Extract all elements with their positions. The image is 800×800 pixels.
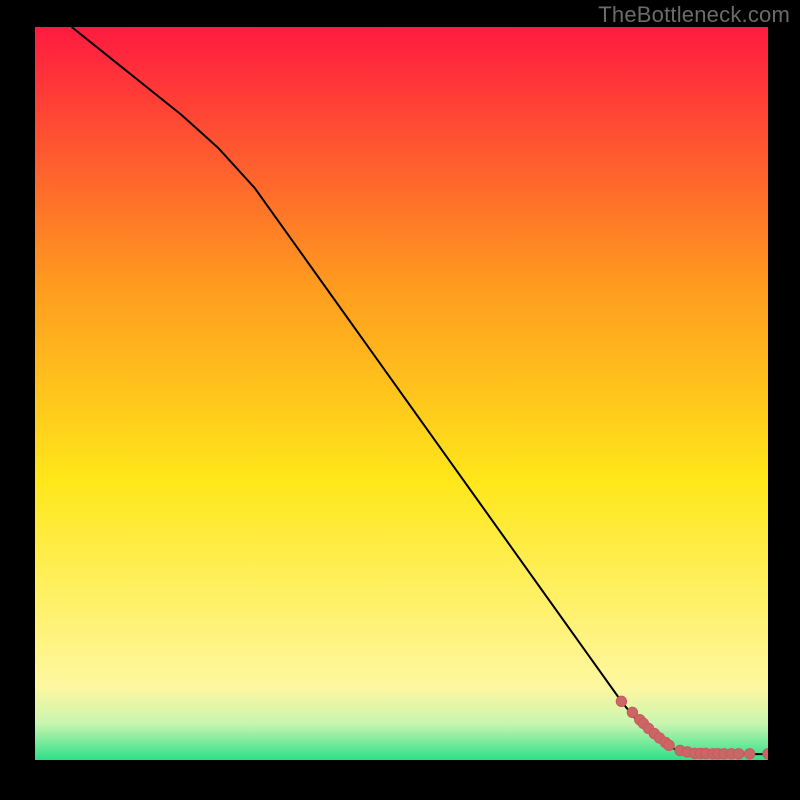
data-point: [664, 740, 674, 750]
data-point: [744, 749, 754, 759]
data-point: [733, 749, 743, 759]
watermark-text: TheBottleneck.com: [598, 2, 790, 28]
data-point: [616, 696, 626, 706]
plot-area: [35, 27, 768, 760]
chart-svg: [35, 27, 768, 760]
chart-frame: TheBottleneck.com: [0, 0, 800, 800]
